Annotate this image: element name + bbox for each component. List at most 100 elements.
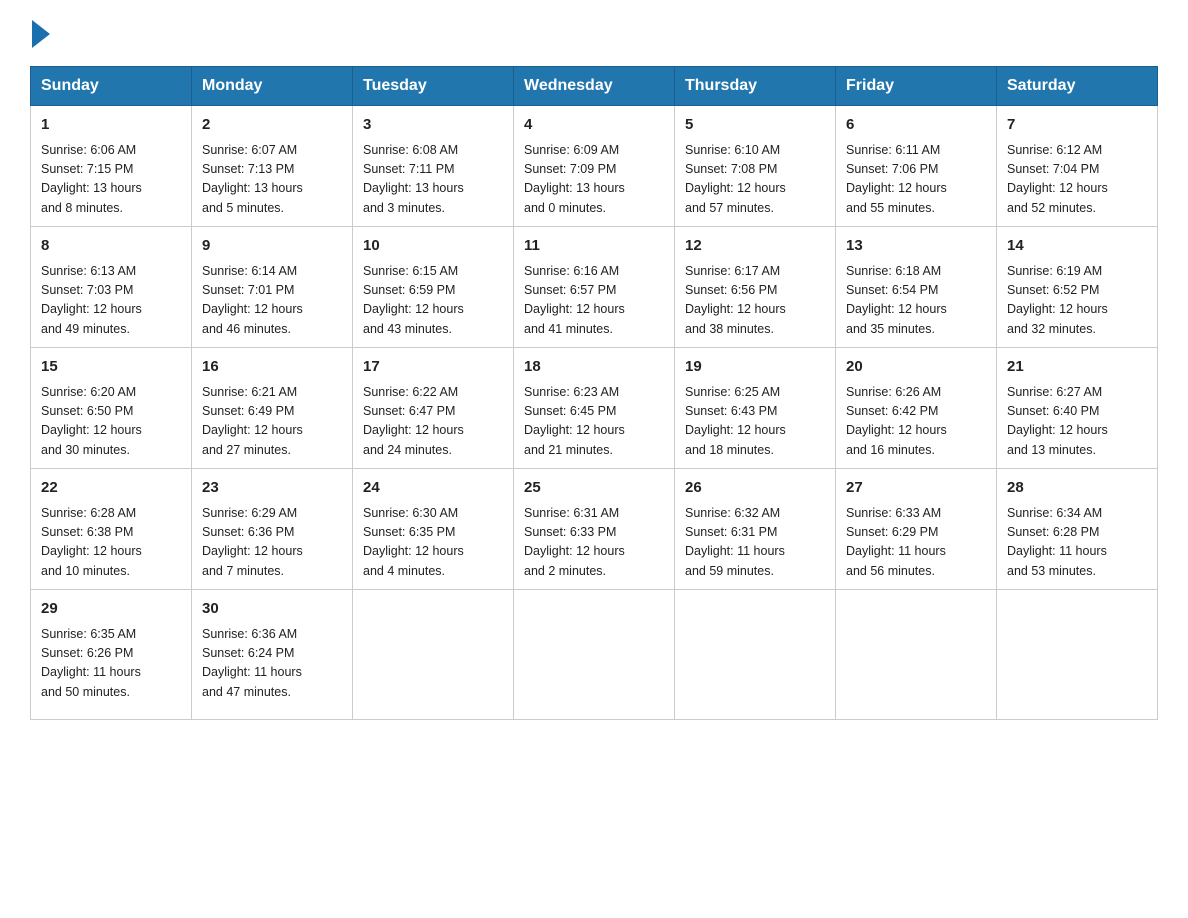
day-info: Sunrise: 6:28 AMSunset: 6:38 PMDaylight:…	[41, 504, 181, 582]
day-info: Sunrise: 6:27 AMSunset: 6:40 PMDaylight:…	[1007, 383, 1147, 461]
day-number: 1	[41, 114, 181, 137]
day-number: 6	[846, 114, 986, 137]
calendar-cell	[997, 590, 1158, 720]
calendar-week-row: 29Sunrise: 6:35 AMSunset: 6:26 PMDayligh…	[31, 590, 1158, 720]
day-info: Sunrise: 6:11 AMSunset: 7:06 PMDaylight:…	[846, 141, 986, 219]
day-info: Sunrise: 6:20 AMSunset: 6:50 PMDaylight:…	[41, 383, 181, 461]
column-header-monday: Monday	[192, 67, 353, 106]
calendar-cell: 23Sunrise: 6:29 AMSunset: 6:36 PMDayligh…	[192, 469, 353, 590]
calendar-cell: 15 Sunrise: 6:20 AMSunset: 6:50 PMDayligh…	[31, 348, 192, 469]
calendar-cell: 19 Sunrise: 6:25 AMSunset: 6:43 PMDayligh…	[675, 348, 836, 469]
column-header-wednesday: Wednesday	[514, 67, 675, 106]
day-number: 14	[1007, 235, 1147, 258]
day-info: Sunrise: 6:14 AMSunset: 7:01 PMDaylight:…	[202, 262, 342, 340]
day-info: Sunrise: 6:21 AMSunset: 6:49 PMDaylight:…	[202, 383, 342, 461]
calendar-cell: 18 Sunrise: 6:23 AMSunset: 6:45 PMDayligh…	[514, 348, 675, 469]
day-number: 5	[685, 114, 825, 137]
day-info: Sunrise: 6:16 AMSunset: 6:57 PMDaylight:…	[524, 262, 664, 340]
day-number: 9	[202, 235, 342, 258]
day-number: 27	[846, 477, 986, 500]
day-info: Sunrise: 6:17 AMSunset: 6:56 PMDaylight:…	[685, 262, 825, 340]
day-info: Sunrise: 6:22 AMSunset: 6:47 PMDaylight:…	[363, 383, 503, 461]
day-info: Sunrise: 6:19 AMSunset: 6:52 PMDaylight:…	[1007, 262, 1147, 340]
day-number: 12	[685, 235, 825, 258]
day-number: 29	[41, 598, 181, 621]
calendar-cell: 3 Sunrise: 6:08 AMSunset: 7:11 PMDaylight…	[353, 106, 514, 227]
calendar-header-row: SundayMondayTuesdayWednesdayThursdayFrid…	[31, 67, 1158, 106]
calendar-cell: 13Sunrise: 6:18 AMSunset: 6:54 PMDayligh…	[836, 227, 997, 348]
calendar-week-row: 15 Sunrise: 6:20 AMSunset: 6:50 PMDayligh…	[31, 348, 1158, 469]
column-header-sunday: Sunday	[31, 67, 192, 106]
day-number: 3	[363, 114, 503, 137]
day-number: 26	[685, 477, 825, 500]
day-info: Sunrise: 6:12 AMSunset: 7:04 PMDaylight:…	[1007, 141, 1147, 219]
day-number: 25	[524, 477, 664, 500]
day-number: 15	[41, 356, 181, 379]
day-info: Sunrise: 6:36 AMSunset: 6:24 PMDaylight:…	[202, 625, 342, 703]
day-number: 30	[202, 598, 342, 621]
day-number: 18	[524, 356, 664, 379]
calendar-cell	[353, 590, 514, 720]
day-number: 19	[685, 356, 825, 379]
day-number: 2	[202, 114, 342, 137]
day-info: Sunrise: 6:33 AMSunset: 6:29 PMDaylight:…	[846, 504, 986, 582]
day-info: Sunrise: 6:23 AMSunset: 6:45 PMDaylight:…	[524, 383, 664, 461]
day-info: Sunrise: 6:29 AMSunset: 6:36 PMDaylight:…	[202, 504, 342, 582]
calendar-week-row: 1 Sunrise: 6:06 AMSunset: 7:15 PMDaylight…	[31, 106, 1158, 227]
day-number: 20	[846, 356, 986, 379]
calendar-cell: 21 Sunrise: 6:27 AMSunset: 6:40 PMDayligh…	[997, 348, 1158, 469]
calendar-cell: 14 Sunrise: 6:19 AMSunset: 6:52 PMDayligh…	[997, 227, 1158, 348]
day-info: Sunrise: 6:31 AMSunset: 6:33 PMDaylight:…	[524, 504, 664, 582]
day-info: Sunrise: 6:34 AMSunset: 6:28 PMDaylight:…	[1007, 504, 1147, 582]
column-header-thursday: Thursday	[675, 67, 836, 106]
calendar-table: SundayMondayTuesdayWednesdayThursdayFrid…	[30, 66, 1158, 720]
day-info: Sunrise: 6:08 AMSunset: 7:11 PMDaylight:…	[363, 141, 503, 219]
calendar-cell	[514, 590, 675, 720]
day-info: Sunrise: 6:07 AMSunset: 7:13 PMDaylight:…	[202, 141, 342, 219]
calendar-cell: 22 Sunrise: 6:28 AMSunset: 6:38 PMDayligh…	[31, 469, 192, 590]
day-info: Sunrise: 6:09 AMSunset: 7:09 PMDaylight:…	[524, 141, 664, 219]
column-header-friday: Friday	[836, 67, 997, 106]
calendar-cell: 10 Sunrise: 6:15 AMSunset: 6:59 PMDayligh…	[353, 227, 514, 348]
day-number: 16	[202, 356, 342, 379]
day-number: 7	[1007, 114, 1147, 137]
calendar-cell: 4 Sunrise: 6:09 AMSunset: 7:09 PMDaylight…	[514, 106, 675, 227]
calendar-cell: 5 Sunrise: 6:10 AMSunset: 7:08 PMDaylight…	[675, 106, 836, 227]
calendar-week-row: 22 Sunrise: 6:28 AMSunset: 6:38 PMDayligh…	[31, 469, 1158, 590]
calendar-cell: 9 Sunrise: 6:14 AMSunset: 7:01 PMDaylight…	[192, 227, 353, 348]
day-number: 11	[524, 235, 664, 258]
day-info: Sunrise: 6:30 AMSunset: 6:35 PMDaylight:…	[363, 504, 503, 582]
column-header-tuesday: Tuesday	[353, 67, 514, 106]
day-number: 22	[41, 477, 181, 500]
calendar-cell: 12 Sunrise: 6:17 AMSunset: 6:56 PMDayligh…	[675, 227, 836, 348]
day-info: Sunrise: 6:15 AMSunset: 6:59 PMDaylight:…	[363, 262, 503, 340]
calendar-cell: 28 Sunrise: 6:34 AMSunset: 6:28 PMDayligh…	[997, 469, 1158, 590]
day-number: 28	[1007, 477, 1147, 500]
calendar-cell	[836, 590, 997, 720]
day-info: Sunrise: 6:13 AMSunset: 7:03 PMDaylight:…	[41, 262, 181, 340]
day-number: 4	[524, 114, 664, 137]
calendar-cell: 6 Sunrise: 6:11 AMSunset: 7:06 PMDaylight…	[836, 106, 997, 227]
calendar-cell: 1 Sunrise: 6:06 AMSunset: 7:15 PMDaylight…	[31, 106, 192, 227]
day-info: Sunrise: 6:26 AMSunset: 6:42 PMDaylight:…	[846, 383, 986, 461]
logo	[30, 20, 52, 48]
calendar-cell: 24 Sunrise: 6:30 AMSunset: 6:35 PMDayligh…	[353, 469, 514, 590]
day-number: 17	[363, 356, 503, 379]
page-header	[30, 20, 1158, 48]
day-number: 10	[363, 235, 503, 258]
calendar-cell: 7 Sunrise: 6:12 AMSunset: 7:04 PMDaylight…	[997, 106, 1158, 227]
calendar-cell: 20 Sunrise: 6:26 AMSunset: 6:42 PMDayligh…	[836, 348, 997, 469]
calendar-cell: 8Sunrise: 6:13 AMSunset: 7:03 PMDaylight…	[31, 227, 192, 348]
day-info: Sunrise: 6:25 AMSunset: 6:43 PMDaylight:…	[685, 383, 825, 461]
day-number: 21	[1007, 356, 1147, 379]
logo-arrow-icon	[32, 20, 50, 48]
day-number: 24	[363, 477, 503, 500]
calendar-cell: 25 Sunrise: 6:31 AMSunset: 6:33 PMDayligh…	[514, 469, 675, 590]
calendar-week-row: 8Sunrise: 6:13 AMSunset: 7:03 PMDaylight…	[31, 227, 1158, 348]
calendar-cell: 2 Sunrise: 6:07 AMSunset: 7:13 PMDaylight…	[192, 106, 353, 227]
day-info: Sunrise: 6:10 AMSunset: 7:08 PMDaylight:…	[685, 141, 825, 219]
calendar-cell: 26 Sunrise: 6:32 AMSunset: 6:31 PMDayligh…	[675, 469, 836, 590]
day-info: Sunrise: 6:32 AMSunset: 6:31 PMDaylight:…	[685, 504, 825, 582]
column-header-saturday: Saturday	[997, 67, 1158, 106]
day-info: Sunrise: 6:06 AMSunset: 7:15 PMDaylight:…	[41, 141, 181, 219]
